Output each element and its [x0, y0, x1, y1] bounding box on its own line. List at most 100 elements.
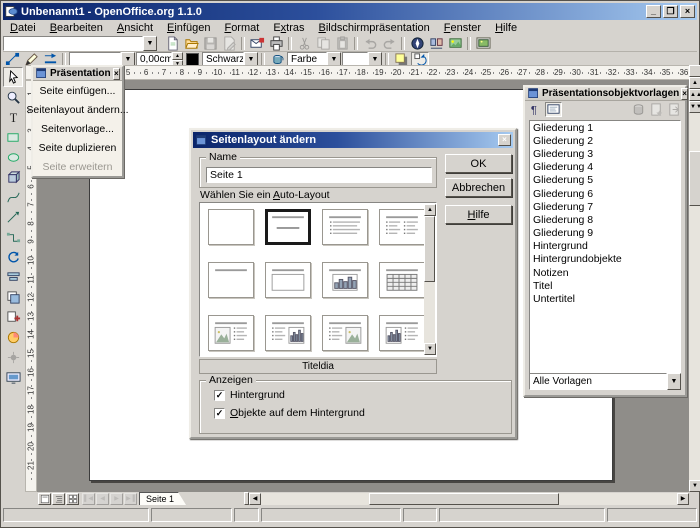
- presentation-screen-button[interactable]: [3, 367, 23, 387]
- close-button[interactable]: ×: [680, 5, 695, 18]
- style-item[interactable]: Notizen: [530, 266, 680, 279]
- scroll-right-button[interactable]: ▶: [677, 493, 689, 505]
- style-item[interactable]: Gliederung 1: [530, 121, 680, 134]
- rotate-button[interactable]: [3, 247, 23, 267]
- vertical-scrollbar[interactable]: ▲ ▲▲ ▼▼ ▼: [689, 65, 700, 492]
- style-item[interactable]: Hintergrundobjekte: [530, 253, 680, 266]
- layout-option-title-table[interactable]: [379, 262, 425, 298]
- style-item[interactable]: Hintergrund: [530, 240, 680, 253]
- help-button[interactable]: Hilfe: [445, 205, 512, 224]
- checkbox-icon[interactable]: ✓: [214, 390, 225, 401]
- horizontal-scrollbar[interactable]: ◀ ▶: [249, 493, 689, 505]
- menu-ansicht[interactable]: Ansicht: [110, 21, 160, 35]
- horizontal-ruler[interactable]: 1234567891011121314151617181920212223242…: [25, 65, 691, 80]
- checkbox-hintergrund[interactable]: ✓Hintergrund: [214, 389, 285, 401]
- paragraph-styles-button[interactable]: ¶: [527, 102, 544, 117]
- style-filter-dropdown-button[interactable]: ▼: [667, 373, 681, 390]
- layout-option-title-chart-bullets[interactable]: [379, 315, 425, 351]
- layout-scroll-up-button[interactable]: ▲: [424, 204, 436, 216]
- restore-button[interactable]: ❐: [663, 5, 678, 18]
- menu-format[interactable]: Format: [217, 21, 266, 35]
- page-tab[interactable]: Seite 1: [139, 492, 186, 505]
- layout-option-title-bullets-chart[interactable]: [265, 315, 311, 351]
- style-item[interactable]: Gliederung 8: [530, 213, 680, 226]
- presentation-styles-button[interactable]: [545, 102, 562, 117]
- text-button[interactable]: T: [3, 107, 23, 127]
- line-button[interactable]: [3, 207, 23, 227]
- effects-button[interactable]: [3, 327, 23, 347]
- minimize-button[interactable]: _: [646, 5, 661, 18]
- presentation-camera-button[interactable]: [474, 35, 492, 51]
- stylist-button[interactable]: [427, 35, 445, 51]
- menu-fenster[interactable]: Fenster: [437, 21, 488, 35]
- rectangle-button[interactable]: [3, 127, 23, 147]
- insert-button[interactable]: [3, 307, 23, 327]
- layout-option-title-chart[interactable]: [322, 262, 368, 298]
- new-document-button[interactable]: [163, 35, 181, 51]
- mail-button[interactable]: [248, 35, 266, 51]
- layout-option-title-two-bullets[interactable]: [379, 209, 425, 245]
- next-page-button[interactable]: ▼▼: [689, 101, 700, 113]
- ok-button[interactable]: OK: [445, 154, 512, 173]
- ellipse-button[interactable]: [3, 147, 23, 167]
- drawing-view-button[interactable]: [38, 493, 51, 505]
- layout-option-title-box[interactable]: [265, 262, 311, 298]
- scroll-left-button[interactable]: ◀: [249, 493, 261, 505]
- 3d-object-button[interactable]: [3, 167, 23, 187]
- style-item[interactable]: Gliederung 9: [530, 227, 680, 240]
- style-item[interactable]: Untertitel: [530, 292, 680, 305]
- arrange-button[interactable]: [3, 287, 23, 307]
- checkbox-objekte[interactable]: ✓Objekte auf dem Hintergrund: [214, 407, 365, 419]
- layout-option-title-bullets-clipart[interactable]: [322, 315, 368, 351]
- scroll-down-button[interactable]: ▼: [689, 480, 700, 492]
- style-filter-combobox[interactable]: Alle Vorlagen ▼: [529, 373, 681, 390]
- palette-item-seite-einfügen[interactable]: Seite einfügen...: [33, 81, 122, 100]
- menu-einfgen[interactable]: Einfügen: [160, 21, 217, 35]
- palette-item-seitenvorlage[interactable]: Seitenvorlage...: [33, 119, 122, 138]
- layout-option-title-clipart-bullets[interactable]: [208, 315, 254, 351]
- outline-view-button[interactable]: [52, 493, 65, 505]
- curve-button[interactable]: [3, 187, 23, 207]
- palette-item-seite-duplizieren[interactable]: Seite duplizieren: [33, 138, 122, 157]
- style-filter-field[interactable]: Alle Vorlagen: [529, 373, 667, 390]
- page-name-input[interactable]: [206, 167, 432, 183]
- layout-scroll-thumb[interactable]: [424, 216, 435, 282]
- dialog-close-button[interactable]: ×: [498, 134, 511, 146]
- menu-bildschirmprsentation[interactable]: Bildschirmpräsentation: [312, 21, 437, 35]
- style-item[interactable]: Gliederung 2: [530, 134, 680, 147]
- vertical-scroll-thumb[interactable]: [689, 151, 700, 206]
- style-item[interactable]: Gliederung 5: [530, 174, 680, 187]
- print-button[interactable]: [267, 35, 285, 51]
- load-url-combobox[interactable]: ▼: [3, 36, 157, 51]
- load-url-field[interactable]: [3, 36, 143, 51]
- navigator-button[interactable]: [408, 35, 426, 51]
- scroll-up-button[interactable]: ▲: [689, 77, 700, 89]
- load-url-dropdown-button[interactable]: ▼: [143, 36, 157, 51]
- menu-datei[interactable]: Datei: [3, 21, 43, 35]
- style-item[interactable]: Gliederung 7: [530, 200, 680, 213]
- select-button[interactable]: [3, 67, 23, 87]
- palette-titlebar[interactable]: Präsentation ×: [33, 67, 122, 81]
- open-button[interactable]: [182, 35, 200, 51]
- style-item[interactable]: Gliederung 6: [530, 187, 680, 200]
- alignment-button[interactable]: [3, 267, 23, 287]
- previous-page-button[interactable]: ▲▲: [689, 89, 700, 101]
- gallery-button[interactable]: [446, 35, 464, 51]
- style-item[interactable]: Gliederung 4: [530, 161, 680, 174]
- layout-scrollbar[interactable]: ▲ ▼: [424, 204, 435, 355]
- stylist-titlebar[interactable]: Präsentationsobjektvorlagen ×: [525, 87, 685, 101]
- layout-option-title-subtitle[interactable]: [265, 209, 311, 245]
- cancel-button[interactable]: Abbrechen: [445, 178, 512, 197]
- style-item[interactable]: Titel: [530, 279, 680, 292]
- layout-option-blank[interactable]: [208, 209, 254, 245]
- menu-bearbeiten[interactable]: Bearbeiten: [43, 21, 110, 35]
- stylist-close-button[interactable]: ×: [681, 88, 688, 100]
- style-item[interactable]: Gliederung 3: [530, 147, 680, 160]
- layout-option-title-only[interactable]: [208, 262, 254, 298]
- horizontal-scroll-thumb[interactable]: [369, 493, 559, 505]
- zoom-button[interactable]: [3, 87, 23, 107]
- slide-view-button[interactable]: [66, 493, 79, 505]
- menu-extras[interactable]: Extras: [266, 21, 311, 35]
- palette-close-button[interactable]: ×: [113, 68, 120, 80]
- layout-option-title-bullets[interactable]: [322, 209, 368, 245]
